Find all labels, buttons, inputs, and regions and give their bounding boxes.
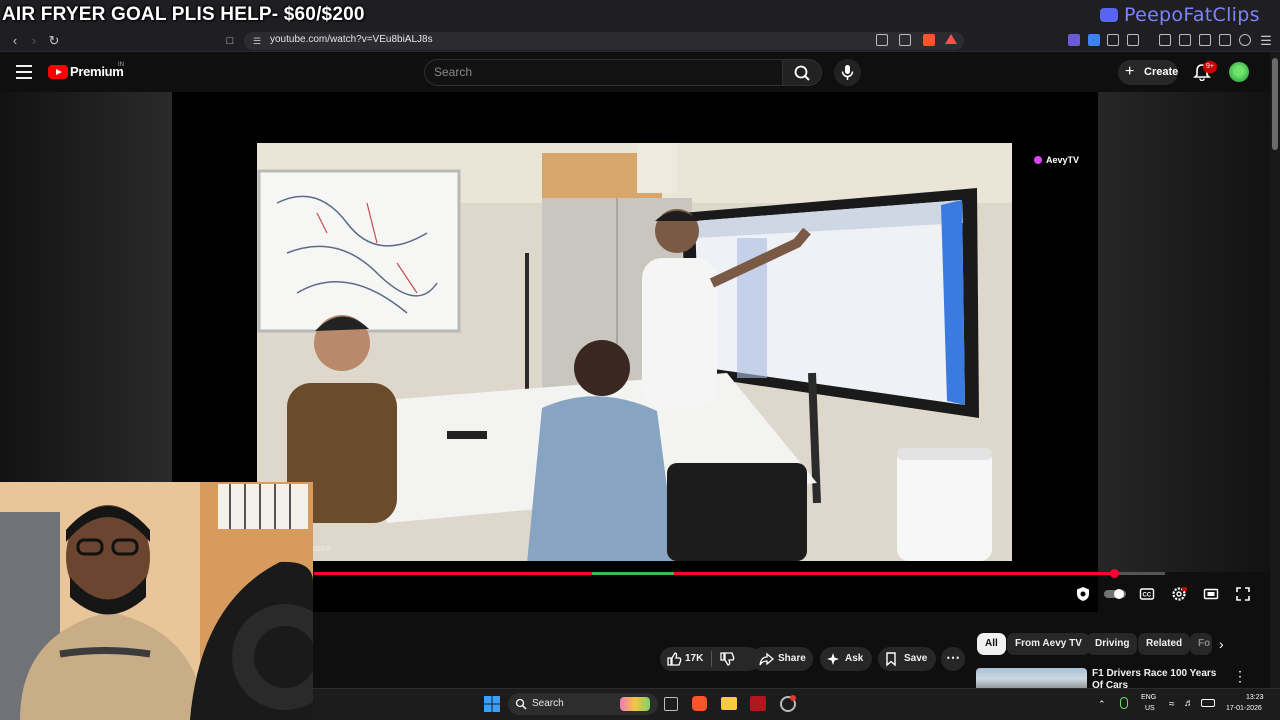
chip-all[interactable]: All: [977, 633, 1006, 655]
channel-watermark[interactable]: AevyTV: [1034, 155, 1079, 165]
clock-date[interactable]: 17-01-2026: [1226, 705, 1262, 712]
theater-mode-icon[interactable]: [1203, 586, 1219, 602]
reload-icon[interactable]: ↻: [46, 33, 62, 49]
wallet-icon[interactable]: [1127, 34, 1139, 46]
create-label[interactable]: Create: [1144, 66, 1178, 78]
settings-gear-icon[interactable]: [1171, 586, 1187, 602]
extension-icon[interactable]: [1068, 34, 1080, 46]
fullscreen-icon[interactable]: [1235, 586, 1251, 602]
search-icon: [794, 65, 810, 81]
chip-from-aevy-tv[interactable]: From Aevy TV: [1007, 633, 1090, 655]
chevron-up-icon[interactable]: ⌃: [1098, 699, 1106, 710]
volume-icon[interactable]: ♬: [1184, 698, 1194, 709]
taskbar-search-icon: [515, 698, 527, 710]
progress-scrubber[interactable]: [1109, 569, 1119, 578]
microphone-tray-icon[interactable]: [1120, 697, 1128, 709]
media-icon[interactable]: [1159, 34, 1171, 46]
svg-text:oore: oore: [313, 543, 331, 553]
captions-icon[interactable]: CC: [1139, 586, 1155, 602]
voice-search-button[interactable]: [834, 59, 861, 86]
dislike-icon[interactable]: [719, 651, 735, 667]
chip-truncated[interactable]: Fo: [1190, 633, 1212, 655]
bookmark-icon[interactable]: □: [222, 33, 238, 49]
channel-watermark-label: AevyTV: [1046, 155, 1080, 165]
plus-icon: +: [1125, 63, 1135, 80]
browser-menu-icon[interactable]: ☰: [1258, 33, 1274, 49]
tab-icon[interactable]: [1199, 34, 1211, 46]
notification-badge: 9+: [1203, 61, 1217, 73]
like-icon[interactable]: [666, 651, 682, 667]
microphone-icon: [841, 65, 854, 80]
ambient-left: [0, 92, 172, 482]
save-label[interactable]: Save: [904, 653, 927, 664]
discord-name: PeepoFatClips: [1124, 4, 1260, 26]
back-icon[interactable]: ‹: [7, 33, 23, 49]
wifi-icon[interactable]: ≈: [1169, 699, 1175, 710]
stream-goal-overlay: AIR FRYER GOAL PLIS HELP- $60/$200: [2, 4, 365, 25]
video-frame[interactable]: oore: [257, 143, 1012, 561]
vpn-icon[interactable]: [1239, 34, 1251, 46]
progress-played: [314, 572, 1114, 575]
brave-browser-icon[interactable]: [692, 696, 707, 711]
chip-driving[interactable]: Driving: [1087, 633, 1138, 655]
share-label[interactable]: Share: [778, 653, 806, 664]
webcam-overlay: [0, 482, 313, 720]
battery-icon[interactable]: [1201, 699, 1215, 707]
ambient-right: [1098, 92, 1270, 572]
hamburger-menu-icon[interactable]: [16, 65, 32, 79]
taskbar-search-label[interactable]: Search: [532, 698, 564, 709]
svg-text:CC: CC: [1143, 593, 1152, 599]
ask-label[interactable]: Ask: [845, 653, 863, 664]
task-view-icon[interactable]: [664, 697, 678, 711]
share-icon: [759, 652, 774, 666]
like-divider: [711, 651, 712, 667]
discord-icon: [1100, 8, 1118, 22]
share-page-icon[interactable]: [899, 34, 911, 46]
brave-shields-icon[interactable]: [923, 34, 935, 46]
youtube-premium-label[interactable]: Premium: [70, 64, 124, 79]
save-bookmark-icon: [886, 652, 896, 667]
leo-ai-icon[interactable]: [1219, 34, 1231, 46]
forward-icon[interactable]: ›: [26, 33, 42, 49]
site-info-icon[interactable]: ☰: [249, 33, 265, 49]
sponsor-shield-icon[interactable]: [1075, 586, 1091, 602]
more-horizontal-icon: ⋯: [946, 649, 960, 665]
app-icon[interactable]: [750, 696, 766, 711]
clock-time[interactable]: 13:23: [1246, 694, 1264, 701]
scrollbar-thumb[interactable]: [1272, 58, 1278, 150]
rewards-icon[interactable]: [945, 34, 957, 44]
language-indicator[interactable]: ENG: [1141, 694, 1156, 701]
country-code: IN: [118, 62, 124, 68]
windows-start-icon[interactable]: [484, 696, 500, 712]
autoplay-toggle-icon[interactable]: [1103, 586, 1127, 602]
sparkle-icon: [827, 653, 839, 665]
keyboard-layout[interactable]: US: [1145, 705, 1155, 712]
progress-chapter-highlight: [592, 572, 674, 575]
like-count[interactable]: 17K: [685, 653, 703, 664]
cast-icon[interactable]: [876, 34, 888, 46]
chevron-right-icon[interactable]: ›: [1219, 636, 1235, 652]
recording-indicator-icon: [790, 695, 796, 701]
sidebar-icon[interactable]: [1179, 34, 1191, 46]
discord-watermark: PeepoFatClips: [1100, 4, 1260, 26]
avatar[interactable]: [1229, 62, 1249, 82]
more-vertical-icon[interactable]: ⋮: [1233, 668, 1247, 685]
youtube-logo-icon[interactable]: [48, 65, 68, 79]
search-input[interactable]: [434, 64, 764, 80]
search-button[interactable]: [782, 59, 822, 86]
file-explorer-icon[interactable]: [721, 697, 737, 710]
url-text[interactable]: youtube.com/watch?v=VEu8biALJ8s: [270, 34, 433, 45]
search-highlight-icon: [620, 697, 650, 711]
chip-related[interactable]: Related: [1138, 633, 1191, 655]
channel-logo-icon: [1034, 156, 1042, 164]
extension-icon[interactable]: [1088, 34, 1100, 46]
extensions-puzzle-icon[interactable]: [1107, 34, 1119, 46]
windows-taskbar: [313, 688, 1280, 720]
